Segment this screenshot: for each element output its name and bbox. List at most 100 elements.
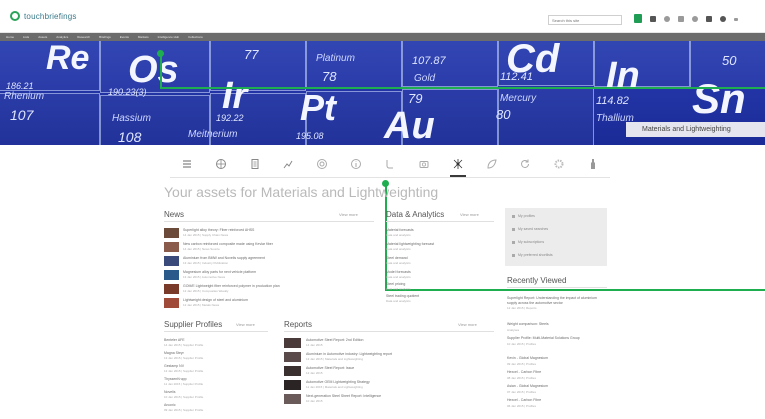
- report-title: Automotive OEM Lightweighting Strategy: [306, 380, 370, 384]
- news-item[interactable]: New carbon reinforced composite made usi…: [164, 242, 374, 254]
- atomic-mass: 195.08: [296, 131, 324, 141]
- news-item-title: Magnesium alloy parts for next vehicle p…: [183, 270, 257, 274]
- category-tab[interactable]: [475, 153, 509, 175]
- nav-item-lists[interactable]: Lists: [23, 35, 29, 39]
- grid-icon[interactable]: [634, 14, 642, 23]
- recently-viewed-title-text: Weight comparison: Steels: [507, 322, 549, 326]
- element-name: Meitnerium: [188, 129, 238, 140]
- search-input[interactable]: [548, 15, 622, 25]
- recently-viewed-divider: [507, 287, 607, 288]
- user-icon[interactable]: [720, 15, 726, 22]
- leaf-icon: [487, 159, 497, 169]
- supplier-name: Benteler AFE: [164, 338, 185, 342]
- report-thumbnail: [284, 366, 301, 376]
- supplier-profile-item[interactable]: Arconic 09 Jan 2015 | Supplier Profile: [164, 403, 264, 412]
- category-tab[interactable]: [204, 153, 238, 175]
- shortcut-link[interactable]: My profiles: [512, 214, 535, 218]
- recently-viewed-item[interactable]: Kevin - Global Magnesium 09 Jan 2015 | P…: [507, 356, 607, 366]
- data-item[interactable]: Steel demand Data and analytics: [386, 256, 466, 266]
- category-tab[interactable]: [508, 153, 542, 175]
- news-item[interactable]: Magnesium alloy parts for next vehicle p…: [164, 270, 374, 282]
- shortcuts-panel: My profiles My saved searches My subscri…: [505, 208, 607, 266]
- settings-icon[interactable]: [692, 15, 698, 22]
- report-item[interactable]: Automotive Steel Report: Issue 12 Jan 20…: [284, 366, 494, 378]
- report-thumbnail: [284, 352, 301, 362]
- shortcut-link[interactable]: My saved searches: [512, 227, 548, 231]
- category-tab[interactable]: [373, 153, 407, 175]
- report-item[interactable]: Next-generation Steel Sheet Report: Inte…: [284, 394, 494, 406]
- recently-viewed-item[interactable]: Hexcel - Carbon Fibre 06 Jan 2015 | Prof…: [507, 398, 607, 408]
- atomic-mass: 112.41: [500, 71, 533, 83]
- category-tab[interactable]: [170, 153, 204, 175]
- data-item[interactable]: Material forecasts Data and analytics: [386, 228, 466, 238]
- recently-viewed-meta: Analyses: [507, 327, 520, 332]
- recently-viewed-meta: 07 Jan 2015 | Profiles: [507, 389, 536, 394]
- news-item-meta: 13 Jan 2015 | Industry Publication: [183, 261, 229, 265]
- shortcut-link[interactable]: My subscriptions: [512, 240, 544, 244]
- data-item[interactable]: Steel pricing Data and analytics: [386, 282, 466, 292]
- report-item[interactable]: Automotive OEM Lightweighting Strategy 1…: [284, 380, 494, 392]
- category-tab-active[interactable]: [441, 153, 475, 177]
- nav-item-home[interactable]: Home: [6, 35, 14, 39]
- atomic-mass: 190.23(3): [108, 87, 147, 97]
- category-tab[interactable]: [305, 153, 339, 175]
- news-item[interactable]: Lightweight design of steel and aluminiu…: [164, 298, 374, 310]
- data-item[interactable]: Material lightweighting forecast Data an…: [386, 242, 466, 252]
- report-item[interactable]: Automotive Steel Report: 2nd Edition 14 …: [284, 338, 494, 350]
- phone-icon: [386, 160, 393, 169]
- reports-view-more-link[interactable]: View more: [458, 322, 477, 327]
- news-item-meta: 12 Jan 2015 | Composites Weekly: [183, 289, 229, 293]
- mail-icon[interactable]: [678, 15, 684, 22]
- data-item-meta: Data and analytics: [386, 275, 411, 279]
- nav-item-collections[interactable]: Collections: [188, 35, 203, 39]
- recently-viewed-item[interactable]: Asian - Global Magnesium 07 Jan 2015 | P…: [507, 384, 607, 394]
- top-bar: touchbriefings: [0, 0, 765, 33]
- category-tab[interactable]: [542, 153, 576, 175]
- nav-item-analytics[interactable]: Analytics: [56, 35, 68, 39]
- supplier-profiles-title: Supplier Profiles: [164, 320, 223, 329]
- nav-item-assets[interactable]: Assets: [38, 35, 47, 39]
- supplier-name: Magna Steyr: [164, 351, 184, 355]
- category-tab[interactable]: [576, 153, 610, 175]
- supplier-profile-item[interactable]: Gestamp NV 12 Jan 2015 | Supplier Profil…: [164, 364, 264, 373]
- help-icon[interactable]: [706, 15, 712, 22]
- element-symbol: Au: [384, 105, 435, 145]
- news-view-more-link[interactable]: View more: [339, 212, 358, 217]
- category-tab[interactable]: [272, 153, 306, 175]
- category-tab[interactable]: [407, 153, 441, 175]
- supplier-profile-item[interactable]: Benteler AFE 14 Jan 2015 | Supplier Prof…: [164, 338, 264, 347]
- category-tab[interactable]: [238, 153, 272, 175]
- shortcut-link[interactable]: My preferred shortlists: [512, 253, 553, 257]
- bell-icon[interactable]: [650, 15, 656, 22]
- supplier-profile-item[interactable]: ThyssenKrupp 11 Jan 2015 | Supplier Prof…: [164, 377, 264, 386]
- nav-item-briefings[interactable]: Briefings: [99, 35, 111, 39]
- news-item[interactable]: Superlight alloy theory: Fiber reinforce…: [164, 228, 374, 240]
- news-item-title: GOM/E Lightweight fiber reinforced polym…: [183, 284, 280, 288]
- news-item-meta: 14 Jan 2015 | Supply Chain News: [183, 233, 229, 237]
- data-item[interactable]: Model forecasts Data and analytics: [386, 270, 466, 280]
- more-icon[interactable]: [734, 18, 738, 21]
- supplier-meta: 09 Jan 2015 | Supplier Profile: [164, 408, 204, 412]
- recently-viewed-item[interactable]: Hexcel - Carbon Fibre 08 Jan 2015 | Prof…: [507, 370, 607, 380]
- category-tab[interactable]: [339, 153, 373, 175]
- star-icon[interactable]: [664, 15, 670, 22]
- supplier-profile-item[interactable]: Novelis 10 Jan 2015 | Supplier Profile: [164, 390, 264, 399]
- news-item-meta: 13 Jan 2015 | Automotive News: [183, 275, 226, 279]
- report-item[interactable]: Aluminium in Automotive industry: Lightw…: [284, 352, 494, 364]
- reports-divider: [284, 331, 494, 332]
- nav-item-events[interactable]: Events: [120, 35, 129, 39]
- atomic-number: 77: [244, 47, 259, 62]
- recently-viewed-item[interactable]: Supplier Profile: Multi-Material Solutio…: [507, 336, 607, 346]
- supplier-profile-item[interactable]: Magna Steyr 13 Jan 2015 | Supplier Profi…: [164, 351, 264, 360]
- recently-viewed-item[interactable]: Weight comparison: Steels Analyses: [507, 322, 607, 332]
- nav-item-research[interactable]: Research: [77, 35, 90, 39]
- recently-viewed-item[interactable]: Superlight Report: Understanding the imp…: [507, 296, 607, 310]
- nav-item-intelligence-hub[interactable]: Intelligence Hub: [158, 35, 180, 39]
- data-item[interactable]: Steel trading quotient Data and analytic…: [386, 294, 466, 304]
- logo[interactable]: touchbriefings: [10, 11, 77, 21]
- news-item[interactable]: GOM/E Lightweight fiber reinforced polym…: [164, 284, 374, 296]
- nav-item-markets[interactable]: Markets: [138, 35, 149, 39]
- supplier-profiles-view-more-link[interactable]: View more: [236, 322, 255, 327]
- news-item[interactable]: Aluminium from BMW and Novelis supply ag…: [164, 256, 374, 268]
- data-analytics-view-more-link[interactable]: View more: [460, 212, 479, 217]
